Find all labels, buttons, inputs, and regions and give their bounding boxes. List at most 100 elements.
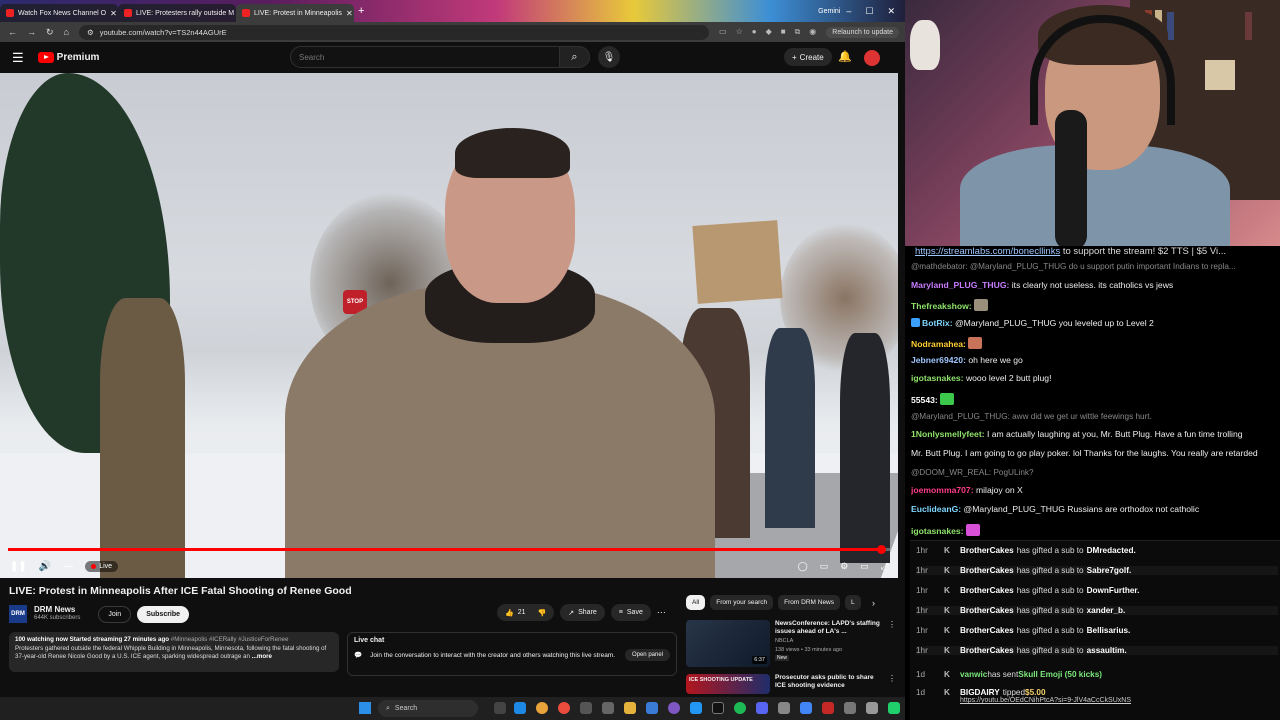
app-icon[interactable] bbox=[580, 702, 592, 714]
live-badge[interactable]: Live bbox=[85, 561, 119, 572]
like-button[interactable]: 👍 21 👎 bbox=[497, 604, 555, 621]
event-username[interactable]: BrotherCakes bbox=[960, 586, 1014, 595]
kebab-menu-icon[interactable]: ⋮ bbox=[888, 674, 896, 694]
open-panel-button[interactable]: Open panel bbox=[624, 649, 670, 661]
app-icon[interactable] bbox=[602, 702, 614, 714]
site-info-icon[interactable]: ⚙ bbox=[87, 28, 94, 37]
event-target[interactable]: assaultim. bbox=[1087, 646, 1127, 655]
reload-icon[interactable]: ↻ bbox=[46, 27, 54, 38]
app-icon[interactable] bbox=[778, 702, 790, 714]
chat-username[interactable]: BotRix: bbox=[922, 318, 955, 328]
fullscreen-icon[interactable]: ⤢ bbox=[881, 561, 888, 572]
recommended-video-1[interactable]: 6:37 NewsConference: LAPD's staffing iss… bbox=[686, 620, 896, 667]
settings-gear-icon[interactable]: ⚙ bbox=[840, 561, 848, 572]
app-icon[interactable] bbox=[690, 702, 702, 714]
extension-icon[interactable]: ● bbox=[752, 27, 757, 37]
chat-username[interactable]: EuclideanG: bbox=[911, 505, 964, 514]
profile-icon[interactable]: ◉ bbox=[809, 27, 816, 37]
recommended-channel[interactable]: NBCLA bbox=[775, 638, 883, 645]
url-field[interactable]: ⚙ youtube.com/watch?v=TS2n44AGUrE bbox=[78, 24, 709, 40]
captions-icon[interactable]: ▭ bbox=[820, 561, 829, 572]
event-target[interactable]: DMredacted. bbox=[1087, 546, 1136, 555]
browser-tab-3-active[interactable]: LIVE: Protest in Minneapolis ✕ bbox=[236, 4, 354, 22]
create-button[interactable]: + Create bbox=[784, 48, 832, 66]
thumbs-down-icon[interactable]: 👎 bbox=[538, 609, 547, 617]
share-button[interactable]: ↗ Share bbox=[560, 604, 605, 621]
tip-link[interactable]: https://youtu.be/OEdCNihPtcA?si=9-JlV4aC… bbox=[916, 697, 1278, 704]
chat-username[interactable]: joemomma707: bbox=[911, 486, 976, 495]
new-tab-button[interactable]: + bbox=[358, 5, 364, 17]
chip-from-your-search[interactable]: From your search bbox=[710, 595, 774, 610]
join-button[interactable]: Join bbox=[98, 605, 132, 623]
close-window-icon[interactable]: ✕ bbox=[887, 6, 895, 17]
chat-username[interactable]: Thefreakshow: bbox=[911, 301, 974, 311]
minimize-icon[interactable]: – bbox=[846, 6, 851, 17]
search-input[interactable] bbox=[290, 46, 560, 68]
event-username[interactable]: BrotherCakes bbox=[960, 546, 1014, 555]
chat-username[interactable]: igotasnakes: bbox=[911, 374, 966, 383]
notifications-bell-icon[interactable]: 🔔 bbox=[838, 50, 852, 63]
browser-tab-2[interactable]: LIVE: Protesters rally outside M✕ bbox=[118, 4, 236, 22]
close-tab-icon[interactable]: ✕ bbox=[346, 9, 353, 18]
recommended-thumbnail[interactable]: 6:37 bbox=[686, 620, 770, 667]
bookmark-star-icon[interactable]: ☆ bbox=[736, 27, 743, 37]
chrome-profile-icon[interactable] bbox=[558, 702, 570, 714]
back-icon[interactable]: ← bbox=[8, 27, 17, 37]
browser-tab-1[interactable]: Watch Fox News Channel O ✕ bbox=[0, 4, 118, 22]
chip-all[interactable]: All bbox=[686, 595, 706, 610]
app-icon[interactable] bbox=[646, 702, 658, 714]
search-button[interactable]: ⌕ bbox=[560, 46, 590, 68]
channel-name[interactable]: DRM News bbox=[34, 605, 80, 615]
more-actions-icon[interactable]: ⋯ bbox=[657, 607, 666, 618]
event-target[interactable]: DownFurther. bbox=[1087, 586, 1140, 595]
chat-username[interactable]: 55543: bbox=[911, 395, 940, 405]
relaunch-button[interactable]: Relaunch to update bbox=[826, 26, 899, 38]
gemini-button[interactable]: Gemini bbox=[818, 8, 846, 15]
description-hashtags[interactable]: #Minneapolis #ICERally #JusticeForRenee bbox=[171, 636, 289, 643]
close-tab-icon[interactable]: ✕ bbox=[110, 9, 117, 18]
event-username[interactable]: BrotherCakes bbox=[960, 626, 1014, 635]
windows-start-icon[interactable] bbox=[359, 702, 371, 714]
app-icon[interactable] bbox=[888, 702, 900, 714]
forward-icon[interactable]: → bbox=[27, 27, 36, 37]
cast-icon[interactable]: ▭ bbox=[719, 27, 727, 37]
video-player[interactable]: STOP ❚❚ 🔊 — Live ◯ ▭ ⚙ ▭ ⤢ bbox=[0, 73, 898, 578]
file-explorer-icon[interactable] bbox=[624, 702, 636, 714]
obs-icon[interactable] bbox=[712, 702, 724, 714]
hamburger-menu-icon[interactable]: ☰ bbox=[12, 50, 24, 66]
account-avatar[interactable] bbox=[864, 50, 880, 66]
theater-mode-icon[interactable]: ▭ bbox=[860, 561, 869, 572]
recommended-title[interactable]: Prosecutor asks public to share ICE shoo… bbox=[775, 674, 883, 690]
chat-username[interactable]: 1Nonlysmellyfeet: bbox=[911, 430, 987, 439]
app-icon[interactable] bbox=[866, 702, 878, 714]
event-username[interactable]: BrotherCakes bbox=[960, 606, 1014, 615]
event-target[interactable]: xander_b. bbox=[1087, 606, 1126, 615]
event-target[interactable]: Sabre7golf. bbox=[1087, 566, 1132, 575]
video-progress-bar[interactable] bbox=[8, 545, 890, 554]
recommended-video-2[interactable]: ICE SHOOTING UPDATE Prosecutor asks publ… bbox=[686, 674, 896, 694]
autoplay-toggle[interactable]: ◯ bbox=[798, 561, 808, 572]
taskbar-search[interactable]: ⌕ Search bbox=[378, 700, 478, 717]
extension-icon[interactable]: ■ bbox=[781, 27, 786, 37]
chat-username[interactable]: Nodramahea: bbox=[911, 339, 968, 349]
event-username[interactable]: BIGDAIRY bbox=[960, 688, 1000, 697]
app-icon[interactable] bbox=[668, 702, 680, 714]
spotify-icon[interactable] bbox=[734, 702, 746, 714]
task-view-icon[interactable] bbox=[494, 702, 506, 714]
event-target[interactable]: Bellisarius. bbox=[1087, 626, 1131, 635]
youtube-logo[interactable]: Premium bbox=[37, 52, 99, 63]
description-more-link[interactable]: ...more bbox=[252, 653, 272, 660]
app-icon[interactable] bbox=[800, 702, 812, 714]
chips-next-chevron-icon[interactable]: › bbox=[872, 598, 875, 608]
event-username[interactable]: vanwic bbox=[960, 670, 987, 679]
chat-username[interactable]: Jebner69420: bbox=[911, 356, 968, 365]
streamlabs-link[interactable]: https://streamlabs.com/bonecllinks bbox=[915, 246, 1060, 257]
video-description[interactable]: 100 watching now Started streaming 27 mi… bbox=[9, 632, 339, 672]
subscribe-button[interactable]: Subscribe bbox=[137, 605, 190, 623]
volume-slider[interactable]: — bbox=[63, 561, 73, 572]
chat-username[interactable]: igotasnakes: bbox=[911, 526, 966, 536]
recommended-thumbnail[interactable]: ICE SHOOTING UPDATE bbox=[686, 674, 770, 694]
chip-more[interactable]: L bbox=[845, 595, 861, 610]
extensions-puzzle-icon[interactable]: ⧉ bbox=[795, 27, 801, 37]
chat-username[interactable]: Maryland_PLUG_THUG: bbox=[911, 281, 1012, 290]
